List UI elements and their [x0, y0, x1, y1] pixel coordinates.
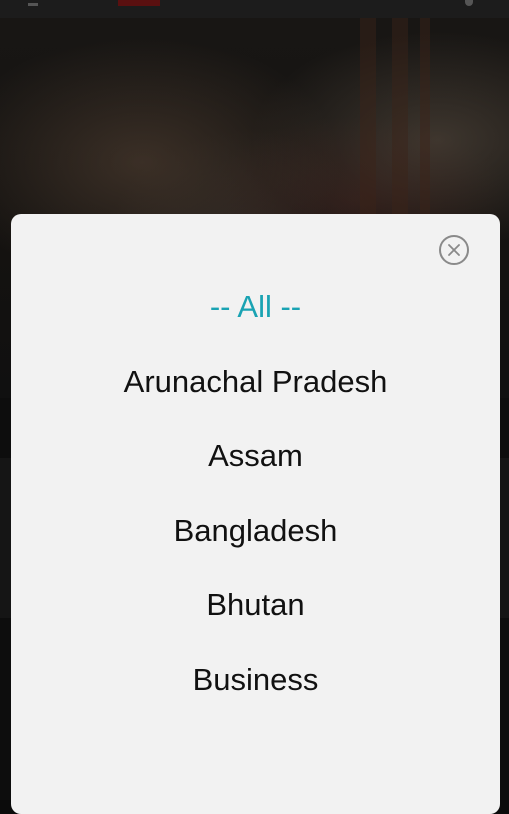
close-button[interactable]: [439, 235, 469, 265]
menu-icon: [28, 3, 38, 6]
search-icon: [465, 0, 473, 6]
close-icon: [448, 244, 460, 256]
option-bhutan[interactable]: Bhutan: [11, 582, 500, 657]
option-assam[interactable]: Assam: [11, 433, 500, 508]
category-option-list: -- All -- Arunachal Pradesh Assam Bangla…: [11, 284, 500, 731]
option-all[interactable]: -- All --: [11, 284, 500, 359]
category-picker-dialog: -- All -- Arunachal Pradesh Assam Bangla…: [11, 214, 500, 814]
option-business[interactable]: Business: [11, 657, 500, 732]
option-arunachal-pradesh[interactable]: Arunachal Pradesh: [11, 359, 500, 434]
app-logo: [118, 0, 160, 6]
option-bangladesh[interactable]: Bangladesh: [11, 508, 500, 583]
app-top-bar: [0, 0, 509, 18]
